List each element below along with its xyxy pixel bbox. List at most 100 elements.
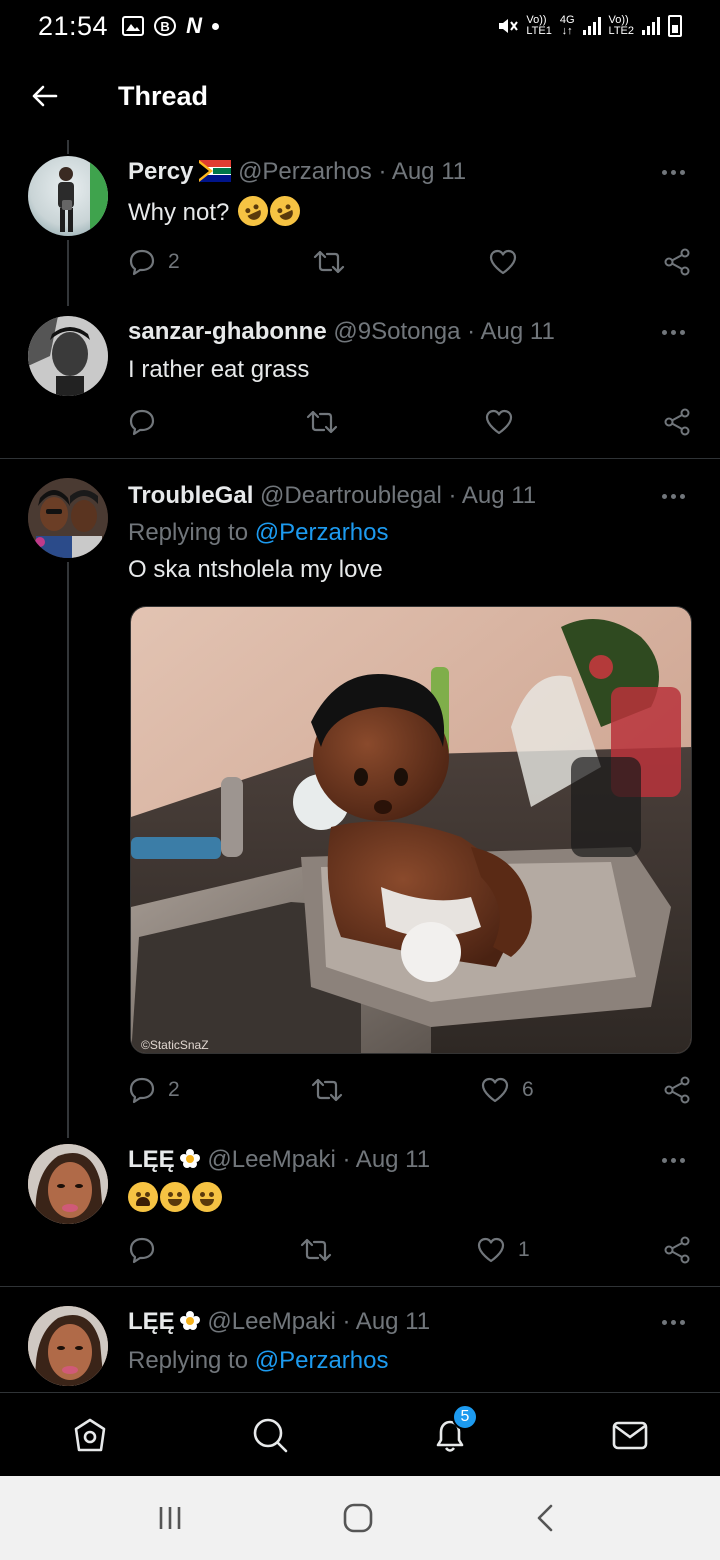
tweet-header: LĘĘ @LeeMpaki · Aug 11 bbox=[128, 1308, 430, 1336]
home-button[interactable] bbox=[336, 1496, 380, 1540]
author-name[interactable]: LĘĘ bbox=[128, 1308, 175, 1335]
divider bbox=[0, 1286, 720, 1287]
status-bar: 21:54 B N Vo)) LTE1 4G ↓↑ Vo)) LTE2 bbox=[0, 0, 720, 52]
tweet-text: I rather eat grass bbox=[128, 356, 310, 383]
more-options-icon[interactable] bbox=[656, 486, 690, 506]
retweet-icon bbox=[313, 250, 345, 274]
media-watermark: ©StaticSnaZ bbox=[141, 1038, 209, 1052]
like-count: 1 bbox=[518, 1238, 530, 1261]
image-icon bbox=[122, 16, 145, 36]
share-icon bbox=[664, 1076, 690, 1104]
author-handle[interactable]: @Deartroublegal bbox=[260, 482, 442, 509]
recent-apps-icon bbox=[159, 1507, 181, 1529]
back-button[interactable] bbox=[14, 66, 74, 126]
avatar[interactable] bbox=[28, 1144, 108, 1224]
tweet-text: Why not? bbox=[128, 191, 305, 231]
n-icon: N bbox=[186, 13, 202, 38]
home-tab[interactable] bbox=[68, 1413, 112, 1457]
header: Thread bbox=[0, 52, 720, 140]
replying-to: Replying to @Perzarhos bbox=[128, 1347, 389, 1374]
status-time: 21:54 bbox=[38, 10, 109, 41]
share-button[interactable] bbox=[663, 1070, 691, 1110]
back-system-button[interactable] bbox=[524, 1496, 568, 1540]
author-handle[interactable]: @Perzarhos bbox=[238, 158, 372, 185]
share-button[interactable] bbox=[663, 242, 691, 282]
search-tab[interactable] bbox=[248, 1413, 292, 1457]
like-button[interactable] bbox=[488, 242, 518, 282]
reply-to-link[interactable]: @Perzarhos bbox=[255, 519, 389, 546]
rolling-laughing-emoji bbox=[265, 191, 305, 231]
flower-icon bbox=[179, 1149, 200, 1168]
tweet[interactable]: LĘĘ @LeeMpaki · Aug 11 1 bbox=[0, 1140, 720, 1286]
status-left-icons: B N bbox=[122, 13, 219, 39]
reply-button[interactable] bbox=[128, 402, 156, 442]
like-button[interactable] bbox=[484, 402, 514, 442]
tweet[interactable]: sanzar-ghabonne @9Sotonga · Aug 11 I rat… bbox=[0, 312, 720, 458]
heart-icon bbox=[485, 409, 513, 435]
retweet-button[interactable] bbox=[311, 1070, 343, 1110]
reply-icon bbox=[129, 1077, 155, 1104]
sim2-label: Vo)) LTE2 bbox=[608, 14, 634, 37]
share-icon bbox=[664, 248, 690, 276]
network-label: 4G ↓↑ bbox=[559, 14, 575, 37]
more-options-icon[interactable] bbox=[656, 1312, 690, 1332]
tweet-date: · Aug 11 bbox=[342, 1146, 431, 1173]
more-options-icon[interactable] bbox=[656, 1150, 690, 1170]
page-title: Thread bbox=[118, 80, 209, 111]
author-name[interactable]: TroubleGal bbox=[128, 482, 253, 509]
home-square-icon bbox=[343, 1503, 373, 1533]
tweet-text bbox=[128, 1182, 222, 1213]
author-handle[interactable]: @9Sotonga bbox=[333, 318, 460, 345]
retweet-button[interactable] bbox=[313, 242, 345, 282]
author-name[interactable]: sanzar-ghabonne bbox=[128, 318, 327, 345]
more-options-icon[interactable] bbox=[656, 162, 690, 182]
avatar[interactable] bbox=[28, 478, 108, 558]
reply-to-link[interactable]: @Perzarhos bbox=[255, 1347, 389, 1374]
author-name[interactable]: LĘĘ bbox=[128, 1146, 175, 1173]
author-handle[interactable]: @LeeMpaki bbox=[207, 1308, 335, 1335]
retweet-icon bbox=[306, 410, 338, 434]
tweet-header: sanzar-ghabonne @9Sotonga · Aug 11 bbox=[128, 318, 555, 346]
like-button[interactable]: 6 bbox=[480, 1070, 534, 1110]
signal-icon-2 bbox=[642, 17, 660, 35]
share-button[interactable] bbox=[663, 402, 691, 442]
author-handle[interactable]: @LeeMpaki bbox=[207, 1146, 335, 1173]
avatar[interactable] bbox=[28, 156, 108, 236]
battery-icon bbox=[668, 15, 682, 37]
retweet-button[interactable] bbox=[300, 1230, 332, 1270]
reply-button[interactable]: 2 bbox=[128, 1070, 180, 1110]
system-nav-bar bbox=[0, 1476, 720, 1560]
share-icon bbox=[664, 408, 690, 436]
flower-icon bbox=[179, 1311, 200, 1330]
crying-emoji bbox=[128, 1182, 158, 1212]
share-button[interactable] bbox=[663, 1230, 691, 1270]
tweet[interactable]: LĘĘ @LeeMpaki · Aug 11 Replying to @Perz… bbox=[0, 1302, 720, 1392]
tears-of-joy-emoji bbox=[192, 1182, 222, 1212]
home-icon bbox=[74, 1418, 106, 1452]
tweet-header: LĘĘ @LeeMpaki · Aug 11 bbox=[128, 1146, 430, 1174]
avatar[interactable] bbox=[28, 316, 108, 396]
reply-button[interactable] bbox=[128, 1230, 156, 1270]
rolling-laughing-emoji bbox=[233, 191, 273, 231]
tweet-text: O ska ntsholela my love bbox=[128, 556, 383, 583]
recent-apps-button[interactable] bbox=[148, 1496, 192, 1540]
reply-icon bbox=[129, 249, 155, 276]
more-options-icon[interactable] bbox=[656, 322, 690, 342]
status-right-icons: Vo)) LTE1 4G ↓↑ Vo)) LTE2 bbox=[496, 15, 682, 37]
reply-button[interactable]: 2 bbox=[128, 242, 180, 282]
messages-tab[interactable] bbox=[608, 1413, 652, 1457]
sim1-label: Vo)) LTE1 bbox=[526, 14, 552, 37]
reply-icon bbox=[129, 1237, 155, 1264]
tweet-header: Percy @Perzarhos · Aug 11 bbox=[128, 158, 466, 186]
tweet[interactable]: Percy @Perzarhos · Aug 11 Why not? 2 bbox=[0, 152, 720, 302]
retweet-button[interactable] bbox=[306, 402, 338, 442]
tweet-media-image[interactable]: ©StaticSnaZ bbox=[130, 606, 692, 1054]
like-button[interactable]: 1 bbox=[476, 1230, 530, 1270]
tweet-header: TroubleGal @Deartroublegal · Aug 11 bbox=[128, 482, 536, 510]
author-name[interactable]: Percy bbox=[128, 158, 193, 185]
heart-icon bbox=[489, 249, 517, 275]
avatar[interactable] bbox=[28, 1306, 108, 1386]
messages-icon bbox=[612, 1421, 648, 1450]
tweet-date: · Aug 11 bbox=[378, 158, 467, 185]
share-icon bbox=[664, 1236, 690, 1264]
